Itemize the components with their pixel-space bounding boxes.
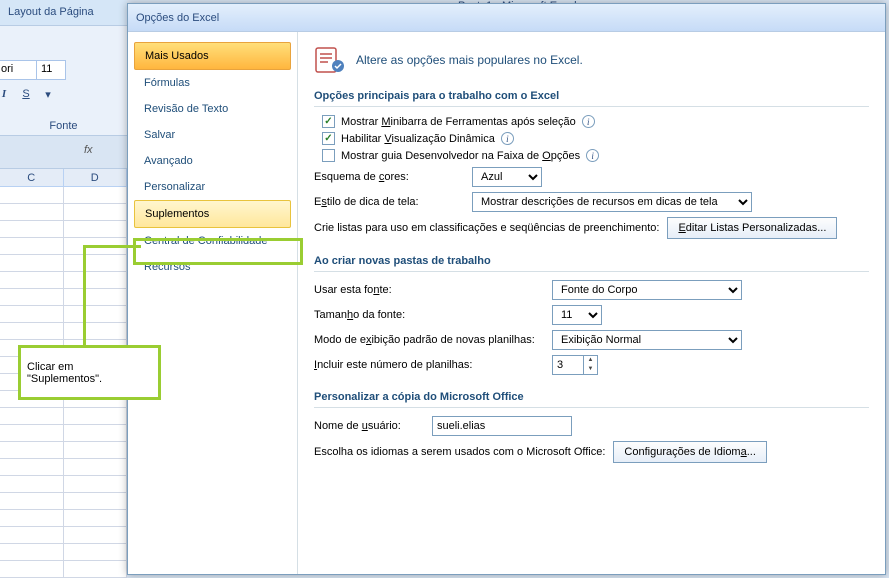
row-esquema-cores: Esquema de cores: Azul [314,167,869,187]
row-num-planilhas: Incluir este número de planilhas: ▲▼ [314,355,869,375]
excel-options-dialog: Opções do Excel Mais Usados Fórmulas Rev… [127,3,886,575]
checkbox-label: Mostrar guia Desenvolvedor na Faixa de O… [341,150,580,162]
checkbox-label: Mostrar Minibarra de Ferramentas após se… [341,116,576,128]
ribbon-tab-label[interactable]: Layout da Página [0,0,127,26]
label-num-planilhas: Incluir este número de planilhas: [314,359,544,371]
label-modo-exibicao: Modo de exibição padrão de novas planilh… [314,334,544,346]
checkbox-icon: ✓ [322,115,335,128]
input-num-planilhas[interactable] [553,356,583,374]
select-modo-exibicao[interactable]: Exibição Normal [552,330,742,350]
sidebar-item-personalizar[interactable]: Personalizar [134,174,291,200]
row-listas: Crie listas para uso em classificações e… [314,217,869,239]
btn-config-idioma[interactable]: Configurações de Idioma... [613,441,766,463]
spinner-num-planilhas[interactable]: ▲▼ [552,355,598,375]
select-tamanho-fonte[interactable]: 11 [552,305,602,325]
column-headers[interactable]: C D [0,169,127,187]
input-nome-usuario[interactable] [432,416,572,436]
checkbox-icon [322,149,335,162]
section-principal-title: Opções principais para o trabalho com o … [314,86,869,107]
dialog-title: Opções do Excel [136,12,219,24]
label-fonte: Usar esta fonte: [314,284,544,296]
label-estilo-dica: Estilo de dica de tela: [314,196,464,208]
select-esquema-cores[interactable]: Azul [472,167,542,187]
row-estilo-dica: Estilo de dica de tela: Mostrar descriçõ… [314,192,869,212]
sidebar-item-revisao[interactable]: Revisão de Texto [134,96,291,122]
btn-editar-listas[interactable]: Editar Listas Personalizadas... [667,217,837,239]
col-header-d[interactable]: D [64,169,128,186]
font-dropdown-icon[interactable]: ▾ [40,86,56,102]
ribbon-group-label: Fonte [0,120,127,132]
info-icon[interactable]: i [586,149,599,162]
row-tamanho-fonte: Tamanho da fonte: 11 [314,305,869,325]
annotation-line1: Clicar em [27,361,152,373]
underline-button[interactable]: S [18,86,34,102]
text-listas: Crie listas para uso em classificações e… [314,222,659,234]
dialog-titlebar[interactable]: Opções do Excel [128,4,885,32]
section-personalizar-title: Personalizar a cópia do Microsoft Office [314,387,869,408]
annotation-line2: "Suplementos". [27,373,152,385]
col-header-c[interactable]: C [0,169,64,186]
italic-button[interactable]: I [0,86,12,102]
sidebar-item-central[interactable]: Central de Confiabilidade [134,228,291,254]
options-icon [314,44,346,76]
select-estilo-dica[interactable]: Mostrar descrições de recursos em dicas … [472,192,752,212]
dialog-main-pane: Altere as opções mais populares no Excel… [298,32,885,574]
sidebar-item-recursos[interactable]: Recursos [134,254,291,280]
sidebar-item-formulas[interactable]: Fórmulas [134,70,291,96]
sidebar-item-mais-usados[interactable]: Mais Usados [134,42,291,70]
annotation-callout: Clicar em "Suplementos". [18,345,161,400]
ribbon-font-group: ori 11 I S ▾ Fonte [0,26,127,136]
row-fonte: Usar esta fonte: Fonte do Corpo [314,280,869,300]
sidebar-item-suplementos[interactable]: Suplementos [134,200,291,228]
info-icon[interactable]: i [501,132,514,145]
pane-header: Altere as opções mais populares no Excel… [314,38,869,86]
font-size-box[interactable]: 11 [36,60,66,80]
checkbox-icon: ✓ [322,132,335,145]
checkbox-visualizacao[interactable]: ✓ Habilitar Visualização Dinâmica i [322,132,869,145]
annotation-connector-h [83,245,141,248]
pane-header-text: Altere as opções mais populares no Excel… [356,53,583,67]
fx-label[interactable]: fx [84,144,93,156]
checkbox-desenvolvedor[interactable]: Mostrar guia Desenvolvedor na Faixa de O… [322,149,869,162]
row-idiomas: Escolha os idiomas a serem usados com o … [314,441,869,463]
label-esquema-cores: Esquema de cores: [314,171,464,183]
text-idiomas: Escolha os idiomas a serem usados com o … [314,446,605,458]
sidebar-item-salvar[interactable]: Salvar [134,122,291,148]
section-novas-pastas-title: Ao criar novas pastas de trabalho [314,251,869,272]
info-icon[interactable]: i [582,115,595,128]
sidebar-item-avancado[interactable]: Avançado [134,148,291,174]
row-modo-exibicao: Modo de exibição padrão de novas planilh… [314,330,869,350]
annotation-connector-v [83,245,86,350]
font-style-buttons: I S ▾ [0,86,56,102]
row-nome-usuario: Nome de usuário: [314,416,869,436]
label-tamanho-fonte: Tamanho da fonte: [314,309,544,321]
select-fonte[interactable]: Fonte do Corpo [552,280,742,300]
checkbox-label: Habilitar Visualização Dinâmica [341,133,495,145]
spinner-up-icon[interactable]: ▲ [584,356,597,365]
label-nome-usuario: Nome de usuário: [314,420,424,432]
checkbox-minibarra[interactable]: ✓ Mostrar Minibarra de Ferramentas após … [322,115,869,128]
spinner-down-icon[interactable]: ▼ [584,365,597,374]
dialog-sidebar: Mais Usados Fórmulas Revisão de Texto Sa… [128,32,298,574]
